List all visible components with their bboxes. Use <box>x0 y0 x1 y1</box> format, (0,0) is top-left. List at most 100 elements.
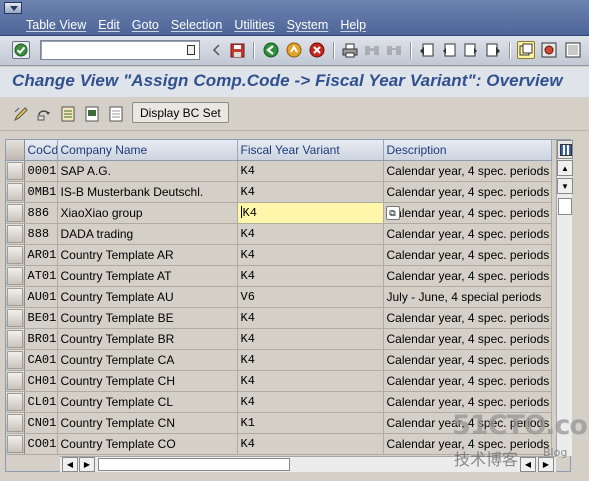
row-selector-button[interactable] <box>6 371 23 390</box>
cell-company-code: CO01 <box>24 433 58 455</box>
cancel-icon[interactable] <box>308 41 326 59</box>
fiscal-year-variant-input[interactable]: K4 <box>237 181 384 203</box>
menu-item-help[interactable]: Help <box>340 18 374 32</box>
input-help-icon[interactable]: ⧉ <box>385 205 400 220</box>
menu-item-goto[interactable]: Goto <box>132 18 167 32</box>
scroll-left-end-icon[interactable]: ◀ <box>520 457 536 472</box>
row-selector-button[interactable] <box>6 392 23 411</box>
row-selector[interactable] <box>6 307 25 329</box>
display-change-icon[interactable] <box>11 104 31 123</box>
row-selector[interactable] <box>6 181 25 203</box>
print-icon[interactable] <box>341 41 359 59</box>
horizontal-scroll-thumb[interactable] <box>98 458 290 471</box>
menu-item-system[interactable]: System <box>287 18 337 32</box>
row-selector[interactable] <box>6 433 25 455</box>
scroll-right-end-icon[interactable]: ▶ <box>538 457 554 472</box>
help-icon[interactable] <box>564 41 582 59</box>
fiscal-year-variant-input[interactable]: K4 <box>237 160 384 182</box>
prev-page-icon[interactable] <box>440 41 458 59</box>
vertical-scrollbar[interactable]: ▲ ▼ <box>556 140 573 456</box>
row-selector[interactable] <box>6 370 25 392</box>
row-selector-button[interactable] <box>6 350 23 369</box>
fiscal-year-variant-input[interactable]: K4 <box>237 328 384 350</box>
column-header-description[interactable]: Description <box>383 140 552 161</box>
fiscal-year-variant-input-text: K4 <box>240 331 255 346</box>
other-view-icon[interactable] <box>34 104 54 123</box>
fiscal-year-variant-input[interactable]: K4 <box>237 265 384 287</box>
enter-icon[interactable] <box>12 41 30 59</box>
row-selector[interactable] <box>6 223 25 245</box>
column-header-cocd[interactable]: CoCd <box>24 140 58 161</box>
deselect-all-icon[interactable] <box>106 104 126 123</box>
fiscal-year-variant-input[interactable]: K4 <box>237 391 384 413</box>
row-selector[interactable] <box>6 265 25 287</box>
select-all-rows-button[interactable] <box>6 140 25 161</box>
fiscal-year-variant-input[interactable]: K4 <box>237 307 384 329</box>
create-session-icon[interactable] <box>517 41 535 59</box>
row-selector-button[interactable] <box>6 161 23 180</box>
customize-icon[interactable] <box>540 41 558 59</box>
command-history-icon[interactable] <box>187 45 195 55</box>
fiscal-year-variant-input[interactable]: K4 <box>237 223 384 245</box>
back-icon[interactable] <box>262 41 280 59</box>
row-selector-button[interactable] <box>6 266 23 285</box>
cell-company-code: AR01 <box>24 244 58 266</box>
save-icon[interactable] <box>228 41 246 59</box>
last-page-icon[interactable] <box>484 41 502 59</box>
next-page-icon[interactable] <box>462 41 480 59</box>
row-selector-button[interactable] <box>6 413 23 432</box>
horizontal-scrollbar[interactable]: ◀ ▶ ◀ ▶ <box>60 456 556 472</box>
row-selector[interactable] <box>6 391 25 413</box>
row-selector[interactable] <box>6 286 25 308</box>
cell-description-text: Calendar year, 4 spec. periods <box>386 352 550 367</box>
fiscal-year-variant-input[interactable]: K4 <box>237 433 384 455</box>
row-selector[interactable] <box>6 412 25 434</box>
find-icon[interactable] <box>363 41 381 59</box>
vertical-scroll-thumb[interactable] <box>558 198 572 215</box>
table-settings-icon[interactable] <box>557 140 573 159</box>
fiscal-year-variant-input[interactable]: K4 <box>237 202 384 224</box>
select-all-icon[interactable] <box>58 104 78 123</box>
row-selector[interactable] <box>6 349 25 371</box>
cell-company-name: Country Template CO <box>57 433 238 455</box>
row-selector-button[interactable] <box>6 329 23 348</box>
row-selector[interactable] <box>6 160 25 182</box>
row-selector[interactable] <box>6 244 25 266</box>
row-selector[interactable] <box>6 202 25 224</box>
menu-item-selection[interactable]: Selection <box>171 18 230 32</box>
collapse-icon[interactable] <box>208 41 226 59</box>
row-selector-button[interactable] <box>6 434 23 453</box>
select-block-icon[interactable] <box>82 104 102 123</box>
menu-item-edit[interactable]: Edit <box>98 18 128 32</box>
row-selector-button[interactable] <box>6 308 23 327</box>
find-next-icon[interactable] <box>385 41 403 59</box>
scroll-left-icon[interactable]: ◀ <box>62 457 78 472</box>
row-selector-button[interactable] <box>6 245 23 264</box>
row-selector-button[interactable] <box>6 203 23 222</box>
table-row: 888 DADA trading K4 Calendar year, 4 spec. … <box>6 223 552 245</box>
scroll-down-icon[interactable]: ▼ <box>557 178 573 194</box>
row-selector[interactable] <box>6 328 25 350</box>
scroll-right-icon[interactable]: ▶ <box>79 457 95 472</box>
fiscal-year-variant-input[interactable]: K4 <box>237 349 384 371</box>
command-field[interactable] <box>40 40 200 60</box>
fiscal-year-variant-input[interactable]: V6 <box>237 286 384 308</box>
menu-item-table-view[interactable]: Table View <box>26 18 94 32</box>
row-selector-button[interactable] <box>6 287 23 306</box>
cell-description: July - June, 4 special periods <box>383 286 552 308</box>
menu-item-utilities[interactable]: Utilities <box>234 18 282 32</box>
cell-description-text: Calendar year, 4 spec. periods <box>386 205 550 220</box>
column-header-company-name[interactable]: Company Name <box>57 140 238 161</box>
system-menu-icon[interactable] <box>4 2 22 14</box>
fiscal-year-variant-input[interactable]: K4 <box>237 244 384 266</box>
row-selector-button[interactable] <box>6 224 23 243</box>
fiscal-year-variant-input[interactable]: K1 <box>237 412 384 434</box>
column-header-fiscal-year-variant[interactable]: Fiscal Year Variant <box>237 140 384 161</box>
exit-icon[interactable] <box>285 41 303 59</box>
first-page-icon[interactable] <box>418 41 436 59</box>
scroll-up-icon[interactable]: ▲ <box>557 160 573 176</box>
display-bc-set-button[interactable]: Display BC Set <box>132 102 229 123</box>
cell-description: Calendar year, 4 spec. periods <box>383 160 552 182</box>
row-selector-button[interactable] <box>6 182 23 201</box>
fiscal-year-variant-input[interactable]: K4 <box>237 370 384 392</box>
